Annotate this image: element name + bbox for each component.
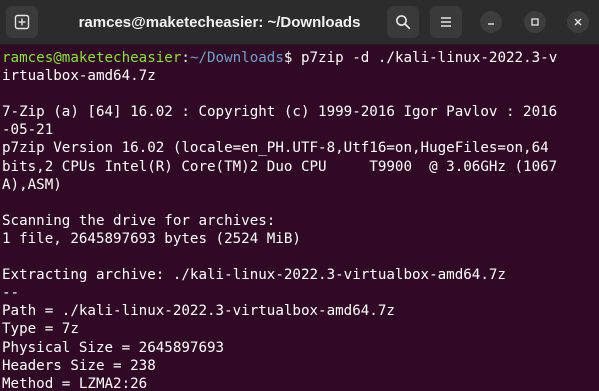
hamburger-icon [441, 17, 451, 27]
output-line: Type = 7z [2, 321, 79, 338]
new-tab-button[interactable] [6, 6, 38, 38]
prompt-dollar: $ [283, 50, 301, 66]
search-icon [396, 15, 411, 30]
output-line: Physical Size = 2645897693 [2, 339, 225, 356]
output-line: -05-21 [2, 122, 54, 139]
minimize-button[interactable] [480, 11, 502, 33]
output-line: Headers Size = 238 [2, 357, 156, 374]
close-icon [574, 18, 582, 26]
output-line: A),ASM) [2, 176, 62, 193]
title-bar: ramces@maketecheasier: ~/Downloads [0, 0, 599, 45]
search-button[interactable] [387, 6, 419, 38]
output-line: Path = ./kali-linux-2022.3-virtualbox-am… [2, 303, 395, 320]
output-line: 1 file, 2645897693 bytes (2524 MiB) [2, 230, 301, 247]
prompt-line: ramces@maketecheasier:~/Downloads$ p7zip… [2, 49, 599, 67]
output-line: -- [2, 285, 20, 302]
command-continuation: irtualbox-amd64.7z [2, 68, 156, 85]
terminal-output[interactable]: ramces@maketecheasier:~/Downloads$ p7zip… [0, 45, 599, 391]
output-line: Extracting archive: ./kali-linux-2022.3-… [2, 267, 506, 284]
minimize-icon [488, 23, 494, 25]
output-line: p7zip Version 16.02 (locale=en_PH.UTF-8,… [2, 140, 549, 157]
prompt-colon: : [181, 50, 190, 66]
close-button[interactable] [567, 11, 589, 33]
maximize-icon [531, 18, 539, 26]
output-line: Scanning the drive for archives: [2, 212, 276, 229]
command-text: p7zip -d ./kali-linux-2022.3-v [300, 50, 558, 66]
output-line: bits,2 CPUs Intel(R) Core(TM)2 Duo CPU T… [2, 158, 558, 175]
prompt-path: ~/Downloads [189, 50, 284, 66]
output-line: Method = LZMA2:26 [2, 375, 148, 391]
output-line: 7-Zip (a) [64] 16.02 : Copyright (c) 199… [2, 104, 558, 121]
prompt-user-host: ramces@maketecheasier [2, 50, 182, 66]
output-block: 7-Zip (a) [64] 16.02 : Copyright (c) 199… [2, 85, 599, 391]
window-title: ramces@maketecheasier: ~/Downloads [78, 13, 361, 31]
new-tab-icon [14, 14, 30, 30]
maximize-button[interactable] [524, 11, 546, 33]
menu-button[interactable] [430, 6, 462, 38]
terminal-window: ramces@maketecheasier: ~/Downloads ramce… [0, 0, 599, 391]
